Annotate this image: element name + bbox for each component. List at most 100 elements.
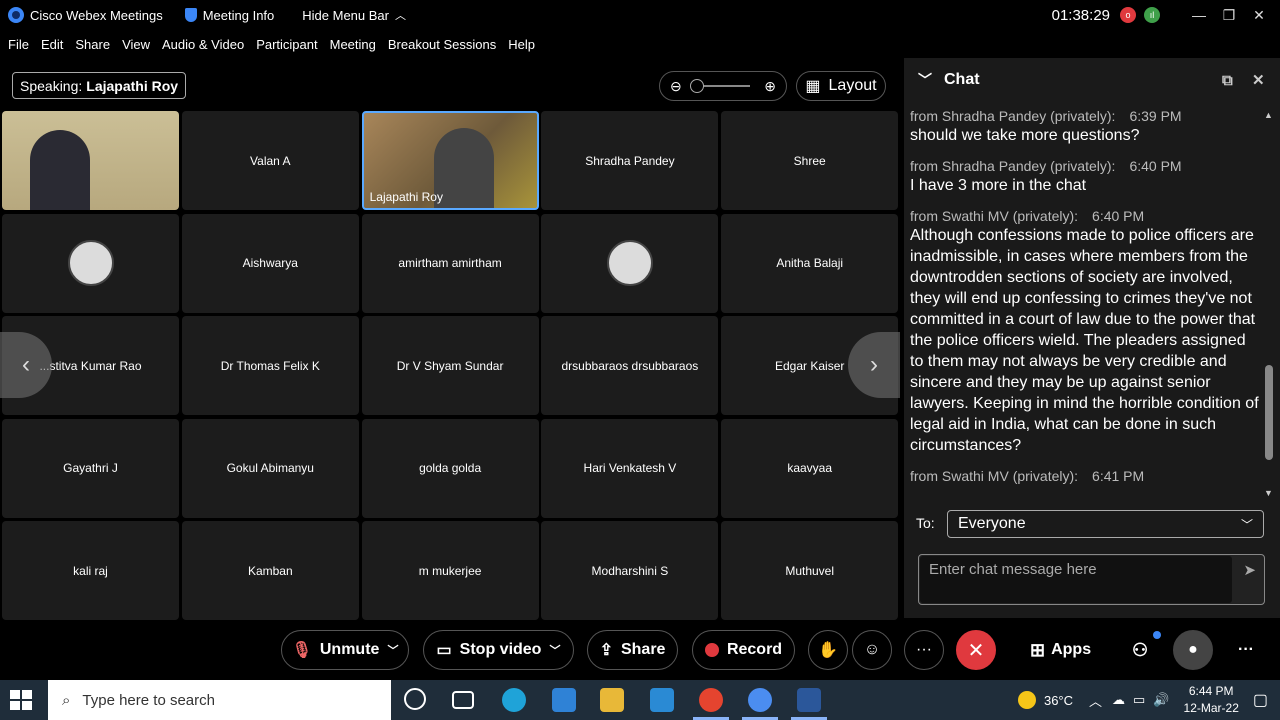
share-button[interactable]: ⇪ Share — [587, 630, 678, 670]
close-window-button[interactable]: ✕ — [1244, 7, 1274, 24]
overflow-menu-button[interactable]: ··· — [1238, 630, 1254, 670]
participant-tile[interactable]: kaavyaa — [721, 418, 899, 518]
chevron-right-icon: › — [870, 351, 878, 378]
recipient-select[interactable]: Everyone ﹀ — [947, 510, 1264, 538]
weather-sun-icon[interactable] — [1017, 691, 1036, 709]
file-explorer-icon[interactable] — [600, 688, 624, 712]
participant-tile[interactable]: Shree — [721, 111, 899, 210]
end-meeting-button[interactable]: ✕ — [956, 630, 996, 670]
message-text: I have 3 more in the chat — [910, 177, 1087, 194]
windows-start-icon[interactable] — [10, 690, 32, 710]
apps-button[interactable]: ⊞ Apps — [1030, 630, 1091, 670]
participant-tile[interactable]: Kamban — [181, 521, 359, 621]
participant-tile[interactable]: Lajapathi Roy — [361, 111, 539, 210]
participant-name: amirtham amirtham — [398, 256, 502, 271]
participant-name: Anitha Balaji — [776, 256, 844, 271]
chevron-down-icon[interactable]: ﹀ — [387, 642, 398, 658]
chat-scrollbar[interactable]: ▲ ▼ — [1262, 110, 1276, 502]
menu-edit[interactable]: Edit — [41, 37, 63, 52]
zoom-in-icon[interactable]: ⊕ — [764, 78, 776, 95]
participant-tile[interactable]: Dr Thomas Felix K — [181, 316, 359, 416]
participant-name: Shradha Pandey — [585, 153, 675, 168]
participant-tile[interactable]: Muthuvel — [721, 521, 899, 621]
close-chat-icon[interactable]: ✕ — [1252, 71, 1265, 89]
notifications-icon[interactable]: ▢ — [1253, 690, 1268, 710]
volume-icon[interactable]: 🔊 — [1153, 692, 1169, 708]
title-bar: Cisco Webex Meetings Meeting Info Hide M… — [0, 0, 1280, 30]
minimize-button[interactable]: — — [1184, 7, 1214, 23]
message-text: Although confessions made to police offi… — [910, 227, 1259, 454]
battery-icon[interactable]: ▭ — [1133, 692, 1145, 708]
maximize-button[interactable]: ❐ — [1214, 7, 1244, 24]
more-options-button[interactable]: ··· — [904, 630, 944, 670]
meeting-info-button[interactable]: Meeting Info — [184, 7, 275, 23]
webex-taskbar-icon[interactable] — [742, 688, 778, 720]
chevron-down-icon[interactable]: ﹀ — [549, 642, 560, 658]
zoom-slider[interactable] — [690, 79, 750, 93]
mail-icon[interactable] — [650, 688, 674, 712]
participant-tile[interactable]: amirtham amirtham — [361, 213, 539, 313]
raise-hand-button[interactable]: ✋ — [808, 630, 848, 670]
cloud-icon[interactable]: ☁ — [1112, 692, 1125, 708]
apps-grid-icon: ⊞ — [1030, 639, 1046, 660]
participant-tile[interactable]: Aishwarya — [181, 213, 359, 313]
send-icon[interactable]: ➤ — [1243, 561, 1256, 579]
participant-tile[interactable]: m mukerjee — [361, 521, 539, 621]
menu-share[interactable]: Share — [75, 37, 110, 52]
hide-menu-bar-button[interactable]: Hide Menu Bar ︿ — [302, 7, 406, 23]
menu-file[interactable]: File — [8, 37, 29, 52]
participant-tile[interactable] — [541, 213, 719, 313]
pop-out-icon[interactable]: ⧉ — [1222, 72, 1233, 89]
participant-name: Aishwarya — [242, 256, 298, 271]
participant-tile[interactable]: Gokul Abimanyu — [181, 418, 359, 518]
task-view-icon[interactable] — [452, 691, 474, 709]
chat-input[interactable]: Enter chat message here ➤ — [918, 554, 1265, 605]
participant-tile[interactable]: Anitha Balaji — [721, 213, 899, 313]
participant-name: drsubbaraos drsubbaraos — [561, 358, 699, 373]
taskbar-search[interactable]: ⌕ Type here to search — [48, 680, 391, 720]
menu-audio-video[interactable]: Audio & Video — [162, 37, 244, 52]
zoom-slider-handle[interactable] — [690, 79, 704, 93]
participant-tile[interactable] — [2, 213, 179, 313]
menu-view[interactable]: View — [122, 37, 150, 52]
participant-tile[interactable]: Shradha Pandey — [541, 111, 719, 210]
participant-tile[interactable]: Dr V Shyam Sundar — [361, 316, 539, 416]
chevron-up-icon[interactable]: ︿ — [1089, 691, 1102, 710]
participant-tile[interactable]: Hari Venkatesh V — [541, 418, 719, 518]
scroll-down-icon[interactable]: ▼ — [1264, 488, 1273, 498]
participants-button[interactable]: ⚇ — [1132, 630, 1161, 670]
stop-video-button[interactable]: ▭ Stop video ﹀ — [423, 630, 574, 670]
edge-icon[interactable] — [502, 688, 526, 712]
zoom-out-icon[interactable]: ⊖ — [670, 78, 682, 95]
menu-meeting[interactable]: Meeting — [330, 37, 376, 52]
clock[interactable]: 6:44 PM 12-Mar-22 — [1184, 683, 1239, 717]
chat-toggle-button[interactable]: ● — [1173, 630, 1213, 670]
participant-tile[interactable]: Gayathri J — [2, 418, 179, 518]
title-right-group: 01:38:29 o ıl — ❐ ✕ — [1052, 0, 1280, 30]
meeting-info-label: Meeting Info — [202, 7, 275, 23]
record-button[interactable]: Record — [692, 630, 795, 670]
scroll-thumb[interactable] — [1265, 365, 1273, 460]
store-icon[interactable] — [552, 688, 576, 712]
menu-help[interactable]: Help — [508, 37, 535, 52]
unmute-button[interactable]: 🎙 Unmute ﹀ — [281, 630, 409, 670]
participant-tile[interactable]: Valan A — [181, 111, 359, 210]
taskbar-search-placeholder: Type here to search — [82, 691, 215, 709]
word-icon[interactable] — [791, 688, 827, 720]
participant-name: Edgar Kaiser — [775, 358, 845, 373]
scroll-up-icon[interactable]: ▲ — [1264, 110, 1273, 120]
menu-breakout-sessions[interactable]: Breakout Sessions — [388, 37, 496, 52]
layout-button[interactable]: ▦ Layout — [796, 71, 886, 101]
menu-participant[interactable]: Participant — [256, 37, 317, 52]
speaking-indicator: Speaking: Lajapathi Roy — [12, 72, 187, 99]
participant-tile[interactable]: kali raj — [2, 521, 179, 621]
participant-tile[interactable]: drsubbaraos drsubbaraos — [541, 316, 719, 416]
participant-tile[interactable]: Modharshini S — [541, 521, 719, 621]
participant-tile[interactable]: golda golda — [361, 418, 539, 518]
cortana-icon[interactable] — [404, 688, 426, 710]
chrome-icon[interactable] — [693, 688, 729, 720]
message-time: 6:40 PM — [1092, 208, 1145, 224]
reactions-button[interactable]: ☺ — [852, 630, 892, 670]
participant-tile[interactable] — [2, 111, 179, 210]
collapse-chevron-icon[interactable]: ﹀ — [918, 70, 932, 90]
